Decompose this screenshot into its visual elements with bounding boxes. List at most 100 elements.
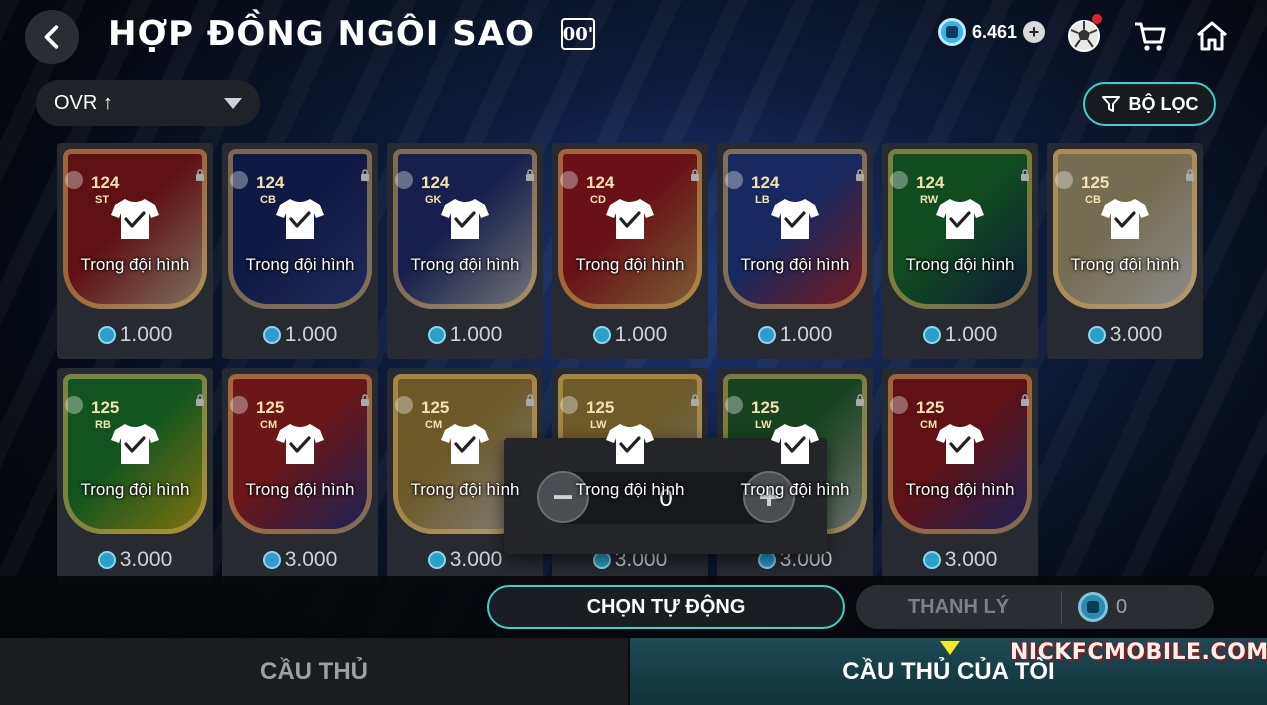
jersey-check-icon [441,424,489,464]
coin-icon [592,326,611,344]
card-price: 3.000 [222,548,378,572]
card-price-value: 3.000 [284,548,338,571]
player-card[interactable]: 125 CB Trong đội hình 3.000 [1047,143,1203,359]
jersey-check-icon [276,424,324,464]
card-ovr: 124 [916,173,945,192]
card-ovr: 124 [256,173,285,192]
club-badge-icon [725,171,743,189]
player-card[interactable]: 124 CD Trong đội hình 1.000 [552,143,708,359]
football-button[interactable] [1064,14,1104,56]
coin-icon [757,326,776,344]
card-position: LW [755,419,772,431]
player-card[interactable]: 124 ST Trong đội hình 1.000 [57,143,213,359]
jersey-check-icon [606,199,654,239]
jersey-check-icon [606,424,654,464]
club-badge-icon [230,171,248,189]
in-squad-label: Trong đội hình [410,255,520,274]
card-price: 3.000 [1047,323,1203,347]
card-price: 1.000 [717,323,873,347]
active-tab-indicator [940,641,960,655]
lock-icon [1021,394,1029,406]
card-price: 1.000 [882,323,1038,347]
player-card[interactable]: 125 CM Trong đội hình 3.000 [882,368,1038,584]
sort-dropdown[interactable]: OVR ↑ [36,80,260,126]
player-card[interactable]: 124 GK Trong đội hình 1.000 [387,143,543,359]
coin-icon [97,326,116,344]
coin-icon [922,551,941,569]
card-price-value: 3.000 [119,548,173,571]
back-button[interactable] [25,10,79,64]
card-position: GK [425,194,442,206]
club-badge-icon [890,396,908,414]
player-card[interactable]: 125 RB Trong đội hình 3.000 [57,368,213,584]
lock-icon [856,394,864,406]
card-price-value: 1.000 [944,323,998,346]
club-badge-icon [890,171,908,189]
card-price-value: 3.000 [944,548,998,571]
in-squad-label: Trong đội hình [1070,255,1180,274]
jersey-check-icon [771,199,819,239]
lock-icon [196,169,204,181]
club-badge-icon [725,396,743,414]
jersey-check-icon [1101,199,1149,239]
auto-select-button[interactable]: CHỌN TỰ ĐỘNG [487,585,845,629]
in-squad-label: Trong đội hình [740,480,850,499]
club-badge-icon [395,171,413,189]
in-squad-label: Trong đội hình [575,255,685,274]
cart-icon [1135,22,1166,51]
coin-icon [427,326,446,344]
jersey-check-icon [936,424,984,464]
sell-panel: THANH LÝ 0 [856,585,1214,629]
club-badge-icon [65,171,83,189]
lock-icon [1186,169,1194,181]
coin-icon [97,551,116,569]
card-ovr: 125 [421,398,450,417]
home-button[interactable] [1192,16,1232,56]
card-ovr: 124 [586,173,615,192]
tab-players[interactable]: CẦU THỦ [0,638,628,705]
player-card[interactable]: 125 CM Trong đội hình 3.000 [222,368,378,584]
in-squad-label: Trong đội hình [80,255,190,274]
in-squad-label: Trong đội hình [245,480,355,499]
lock-icon [691,169,699,181]
divider [1061,591,1062,623]
sort-label: OVR ↑ [54,91,113,114]
player-card[interactable]: 124 RW Trong đội hình 1.000 [882,143,1038,359]
back-arrow-icon [44,25,59,49]
watermark: NICKFCMOBILE.COM [1010,640,1267,665]
card-ovr: 125 [1081,173,1110,192]
card-ovr: 125 [916,398,945,417]
notification-dot [1092,14,1102,24]
coin-icon [1078,592,1108,622]
lock-icon [856,169,864,181]
card-price: 1.000 [57,323,213,347]
card-position: CB [260,194,276,206]
card-position: CM [260,419,278,431]
card-position: CM [425,419,443,431]
sell-button[interactable]: THANH LÝ [856,585,1061,629]
shop-button[interactable] [1130,16,1170,56]
club-badge-icon [65,396,83,414]
coin-icon [1087,326,1106,344]
filter-icon [1101,96,1120,112]
club-badge-icon [1055,171,1073,189]
add-coin-button[interactable]: + [1023,21,1046,43]
card-position: CD [590,194,606,206]
season-badge: 00' [561,18,595,50]
card-price-value: 3.000 [449,548,503,571]
filter-button[interactable]: BỘ LỌC [1083,82,1216,126]
card-ovr: 124 [421,173,450,192]
in-squad-label: Trong đội hình [905,480,1015,499]
player-card[interactable]: 124 CB Trong đội hình 1.000 [222,143,378,359]
card-ovr: 124 [91,173,120,192]
in-squad-label: Trong đội hình [80,480,190,499]
filter-label: BỘ LỌC [1128,93,1199,114]
card-ovr: 125 [586,398,615,417]
in-squad-label: Trong đội hình [740,255,850,274]
card-position: CM [920,419,938,431]
card-position: ST [95,194,110,206]
in-squad-label: Trong đội hình [245,255,355,274]
card-price: 3.000 [57,548,213,572]
card-price-value: 1.000 [779,323,833,346]
player-card[interactable]: 124 LB Trong đội hình 1.000 [717,143,873,359]
